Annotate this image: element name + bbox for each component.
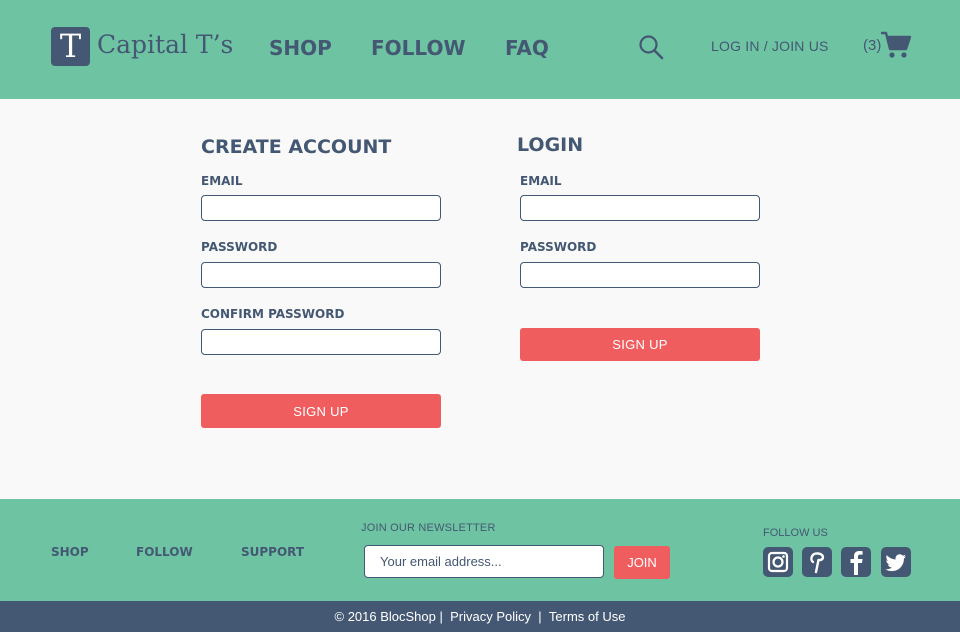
- footer: SHOP FOLLOW SUPPORT JOIN OUR NEWSLETTER …: [0, 499, 960, 601]
- login-sign-up-button[interactable]: SIGN UP: [520, 328, 760, 361]
- login-join-link[interactable]: LOG IN / JOIN US: [711, 38, 829, 54]
- login-password-label: PASSWORD: [520, 240, 597, 254]
- facebook-icon[interactable]: [841, 547, 871, 577]
- create-sign-up-button[interactable]: SIGN UP: [201, 394, 441, 428]
- separator: |: [439, 609, 443, 624]
- pinterest-icon[interactable]: [802, 547, 832, 577]
- footer-link-support[interactable]: SUPPORT: [241, 545, 304, 559]
- join-button[interactable]: JOIN: [614, 546, 670, 579]
- copyright-text: © 2016 BlocShop: [334, 609, 436, 624]
- create-password-input[interactable]: [201, 262, 441, 288]
- privacy-policy-link[interactable]: Privacy Policy: [450, 609, 531, 624]
- twitter-icon[interactable]: [881, 547, 911, 577]
- separator: |: [538, 609, 542, 624]
- nav-faq[interactable]: FAQ: [505, 36, 549, 60]
- confirm-password-input[interactable]: [201, 329, 441, 355]
- newsletter-email-input[interactable]: [364, 545, 604, 578]
- nav-shop[interactable]: SHOP: [269, 36, 332, 60]
- create-password-label: PASSWORD: [201, 240, 278, 254]
- newsletter-label: JOIN OUR NEWSLETTER: [361, 522, 496, 534]
- nav-follow[interactable]: FOLLOW: [371, 36, 466, 60]
- login-email-input[interactable]: [520, 195, 760, 221]
- login-title: LOGIN: [517, 134, 584, 156]
- create-account-title: CREATE ACCOUNT: [201, 136, 392, 158]
- create-email-label: EMAIL: [201, 174, 243, 188]
- copyright-bar: © 2016 BlocShop | Privacy Policy | Terms…: [0, 601, 960, 632]
- follow-us-label: FOLLOW US: [763, 527, 828, 539]
- terms-of-use-link[interactable]: Terms of Use: [549, 609, 626, 624]
- header: T Capital T’s SHOP FOLLOW FAQ LOG IN / J…: [0, 0, 960, 99]
- login-email-label: EMAIL: [520, 174, 562, 188]
- cart-count: (3): [863, 37, 882, 54]
- footer-link-follow[interactable]: FOLLOW: [136, 545, 193, 559]
- login-password-input[interactable]: [520, 262, 760, 288]
- logo-icon[interactable]: T: [51, 27, 90, 66]
- create-email-input[interactable]: [201, 195, 441, 221]
- brand-name[interactable]: Capital T’s: [97, 30, 233, 59]
- confirm-password-label: CONFIRM PASSWORD: [201, 307, 345, 321]
- cart-icon[interactable]: [880, 30, 912, 60]
- instagram-icon[interactable]: [763, 547, 793, 577]
- footer-link-shop[interactable]: SHOP: [51, 545, 89, 559]
- search-icon[interactable]: [638, 34, 664, 60]
